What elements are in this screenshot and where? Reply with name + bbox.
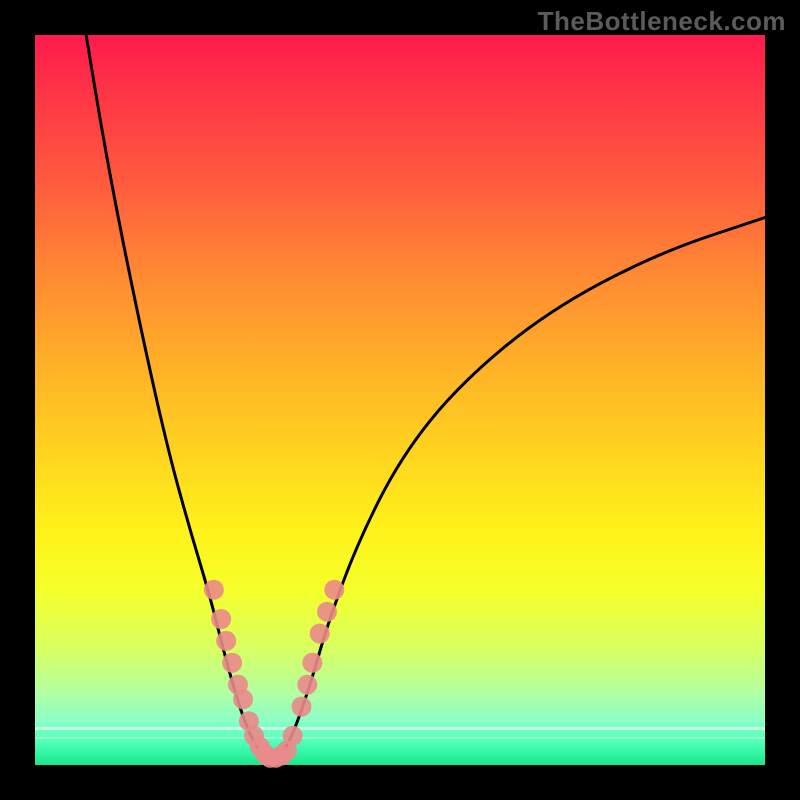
- curve-right: [276, 218, 765, 760]
- data-marker: [310, 624, 330, 644]
- chart-frame: TheBottleneck.com: [0, 0, 800, 800]
- data-marker: [216, 631, 236, 651]
- data-marker: [297, 675, 317, 695]
- data-marker: [211, 609, 231, 629]
- data-marker: [324, 580, 344, 600]
- plot-area: [35, 35, 765, 765]
- data-marker: [204, 580, 224, 600]
- marker-group: [204, 580, 344, 768]
- chart-svg: [35, 35, 765, 765]
- data-marker: [233, 689, 253, 709]
- data-marker: [317, 602, 337, 622]
- data-marker: [222, 653, 242, 673]
- data-marker: [283, 726, 303, 746]
- data-marker: [291, 697, 311, 717]
- brand-watermark: TheBottleneck.com: [538, 6, 786, 37]
- data-marker: [302, 653, 322, 673]
- curve-left: [86, 35, 269, 759]
